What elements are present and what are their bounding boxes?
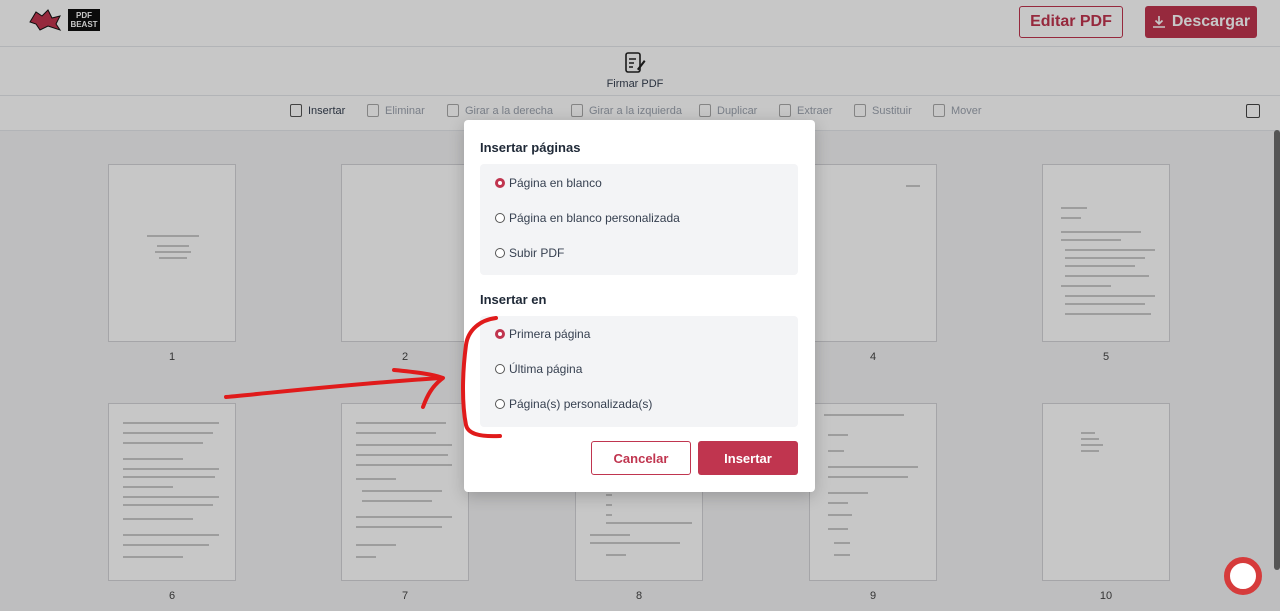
red-annotation-arrow-and-bracket <box>224 316 502 439</box>
